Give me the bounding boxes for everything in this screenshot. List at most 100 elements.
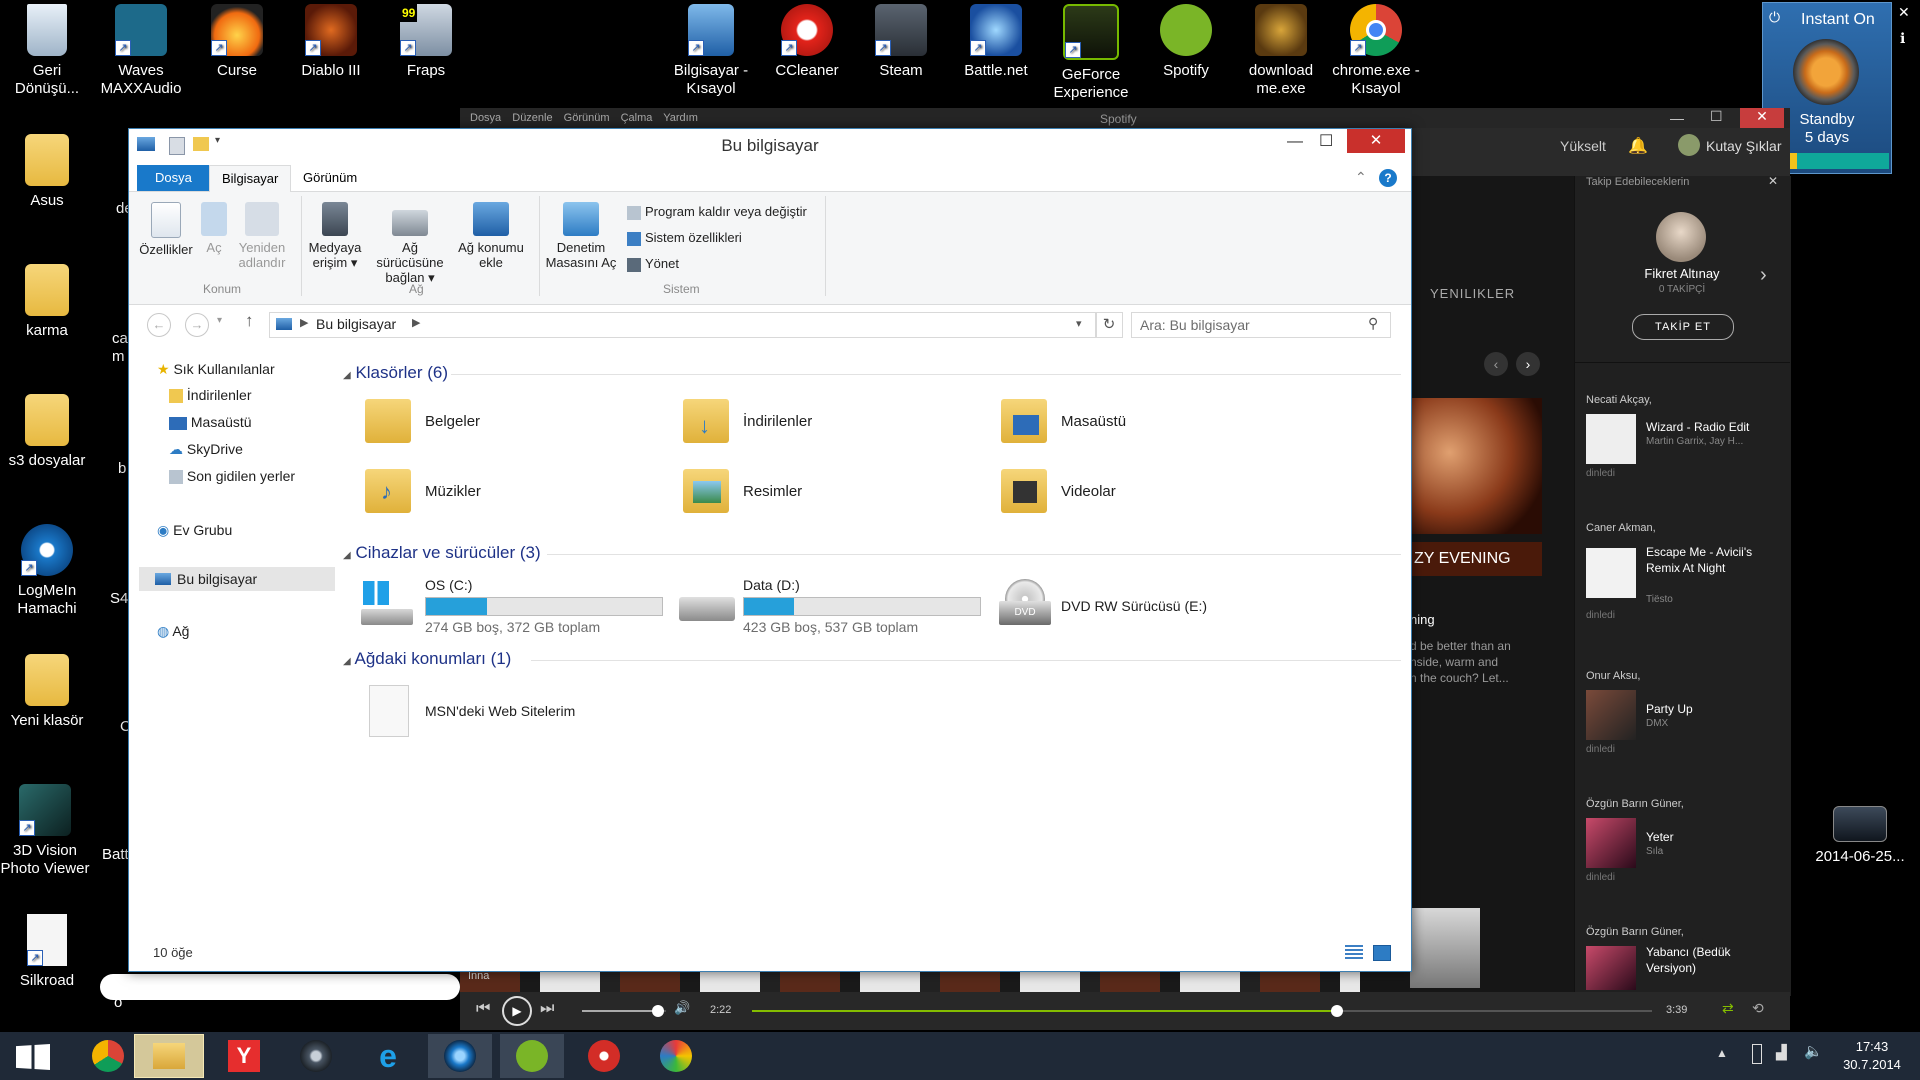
folder-indirilenler[interactable]: İndirilenler [743,413,812,430]
user-avatar[interactable] [1678,134,1700,156]
progress-bar[interactable] [752,1005,1652,1017]
upgrade-link[interactable]: Yükselt [1560,138,1606,154]
next-button[interactable]: ⏭ [540,1000,554,1018]
desktop-icon-ccleaner[interactable]: ↗ CCleaner [762,4,852,80]
volume-knob[interactable] [651,1005,664,1017]
folder-resimler[interactable]: Resimler [743,483,802,500]
desktop-icon-geforce[interactable]: ↗ GeForce Experience [1046,4,1136,102]
desktop-icon-asus[interactable]: Asus [2,134,92,210]
taskbar-instant-on[interactable] [428,1034,492,1078]
playlist-banner-image[interactable] [1410,398,1542,534]
user-name[interactable]: Kutay Şıklar [1706,138,1781,154]
close-button[interactable]: ✕ [1740,108,1784,128]
system-properties-button[interactable]: Sistem özellikleri [627,230,742,246]
battery-icon[interactable] [1752,1044,1762,1064]
collapse-ribbon-icon[interactable]: ⌃ [1355,169,1367,186]
suggest-name[interactable]: Fikret Altınay [1574,266,1790,281]
signal-icon[interactable]: ▟ [1776,1044,1787,1061]
nav-desktop[interactable]: Masaüstü [169,414,252,430]
desktop-icon-recycle-bin[interactable]: Geri Dönüşü... [2,4,92,98]
large-icons-view-icon[interactable] [1373,945,1391,961]
back-button[interactable]: ← [147,313,171,337]
drive-d-name[interactable]: Data (D:) [743,577,800,593]
playlist-tile-image[interactable] [1410,908,1480,988]
desktop-icon-yeni-klasor[interactable]: Yeni klasör [2,654,92,730]
clock[interactable]: 17:43 30.7.2014 [1832,1038,1912,1074]
desktop-icon-spotify[interactable]: Spotify [1141,4,1231,80]
desktop-icon-3d-vision[interactable]: ↗ 3D Vision Photo Viewer [0,784,90,878]
taskbar-file-explorer[interactable] [134,1034,204,1078]
section-header-network[interactable]: ◢ Ağdaki konumları (1) [343,649,511,669]
add-network-location-button[interactable]: Ağ konumu ekle [457,202,525,270]
taskbar-steam[interactable] [284,1034,348,1078]
desktop-icon-karma[interactable]: karma [2,264,92,340]
gadget-close-icon[interactable]: ✕ [1898,4,1910,21]
tab-bilgisayar[interactable]: Bilgisayar [209,165,292,193]
nav-this-pc[interactable]: Bu bilgisayar [139,567,335,591]
tray-overflow-icon[interactable]: ▲ [1716,1046,1728,1060]
menu-item[interactable]: Görünüm [564,112,610,124]
folder-muzikler[interactable]: Müzikler [425,483,481,500]
taskbar-internet-explorer[interactable]: e [356,1034,420,1078]
desktop-icon-steam[interactable]: ↗ Steam [856,4,946,80]
up-button[interactable]: ↑ [245,311,254,331]
desktop-icon-computer[interactable]: ↗ Bilgisayar - Kısayol [666,4,756,98]
repeat-icon[interactable]: ⟲ [1752,1000,1764,1017]
menu-item[interactable]: Düzenle [512,112,552,124]
desktop-icon-silkroad[interactable]: ↗ Silkroad [2,914,92,990]
tab-dosya[interactable]: Dosya [137,165,210,191]
nav-skydrive[interactable]: ☁ SkyDrive [169,441,243,458]
nav-favorites[interactable]: ★ Sık Kullanılanlar [157,361,275,378]
drive-c-name[interactable]: OS (C:) [425,577,472,593]
progress-knob[interactable] [1331,1005,1343,1017]
manage-button[interactable]: Yönet [627,256,679,272]
uninstall-program-button[interactable]: Program kaldır veya değiştir [627,204,807,220]
control-panel-button[interactable]: Denetim Masasını Aç [543,202,619,270]
search-input[interactable]: Ara: Bu bilgisayar ⚲ [1131,312,1391,338]
feed-item[interactable]: Özgün Barın Güner, Yabancı (Bedük Versiy… [1586,926,1776,990]
close-button[interactable]: ✕ [1347,129,1405,153]
volume-icon[interactable]: 🔊 [674,1000,690,1016]
feed-item[interactable]: Necati Akçay, Wizard - Radio Edit Martin… [1586,394,1776,479]
play-button[interactable]: ▶ [502,996,532,1026]
suggest-next-icon[interactable]: › [1760,264,1767,287]
nav-downloads[interactable]: İndirilenler [169,387,251,404]
follow-button[interactable]: TAKİP ET [1632,314,1734,340]
section-header-devices[interactable]: ◢ Cihazlar ve sürücüler (3) [343,543,541,563]
carousel-prev-button[interactable]: ‹ [1484,352,1508,376]
desktop-icon-waves[interactable]: ↗ Waves MAXXAudio [96,4,186,98]
suggest-avatar[interactable] [1656,212,1706,262]
nav-network[interactable]: ◍ Ağ [157,623,189,640]
media-access-button[interactable]: Medyaya erişim ▾ [307,202,363,270]
tab-gorunum[interactable]: Görünüm [291,165,369,191]
taskbar-paint[interactable] [644,1034,708,1078]
bell-icon[interactable]: 🔔 [1628,136,1648,156]
help-icon[interactable]: ? [1379,169,1397,187]
desktop-icon-download-me[interactable]: download me.exe [1236,4,1326,98]
rename-button[interactable]: Yeniden adlandır [233,202,291,270]
menu-item[interactable]: Dosya [470,112,501,124]
taskbar-chrome[interactable] [76,1034,140,1078]
address-dropdown-icon[interactable]: ▾ [1076,317,1082,330]
taskbar-yandex[interactable]: Y [212,1034,276,1078]
gadget-info-icon[interactable]: ℹ [1900,30,1905,47]
section-header-folders[interactable]: ◢ Klasörler (6) [343,363,448,383]
nav-recent-places[interactable]: Son gidilen yerler [169,468,295,485]
taskbar-lastpass[interactable] [572,1034,636,1078]
desktop-icon-hamachi[interactable]: ↗ LogMeIn Hamachi [2,524,92,618]
desktop-icon-chrome[interactable]: ↗ chrome.exe - Kısayol [1331,4,1421,98]
maximize-button[interactable]: ☐ [1319,131,1333,151]
feed-item[interactable]: Özgün Barın Güner, Yeter Sıla dinledi [1586,798,1776,883]
menu-item[interactable]: Yardım [663,112,698,124]
network-location-msn[interactable]: MSN'deki Web Sitelerim [425,703,575,719]
folder-belgeler[interactable]: Belgeler [425,413,480,430]
shuffle-icon[interactable]: ⇄ [1722,1000,1734,1017]
desktop-icon-fraps[interactable]: 99 ↗ Fraps [381,4,471,80]
previous-button[interactable]: ⏮ [476,1000,490,1018]
map-network-drive-button[interactable]: Ağ sürücüsüne bağlan ▾ [367,202,453,285]
address-bar[interactable]: ▶ Bu bilgisayar ▶ ▾ [269,312,1097,338]
desktop-icon-battlenet[interactable]: ↗ Battle.net [951,4,1041,80]
folder-masaustu[interactable]: Masaüstü [1061,413,1126,430]
forward-button[interactable]: → [185,313,209,337]
refresh-button[interactable]: ↻ [1095,312,1123,338]
